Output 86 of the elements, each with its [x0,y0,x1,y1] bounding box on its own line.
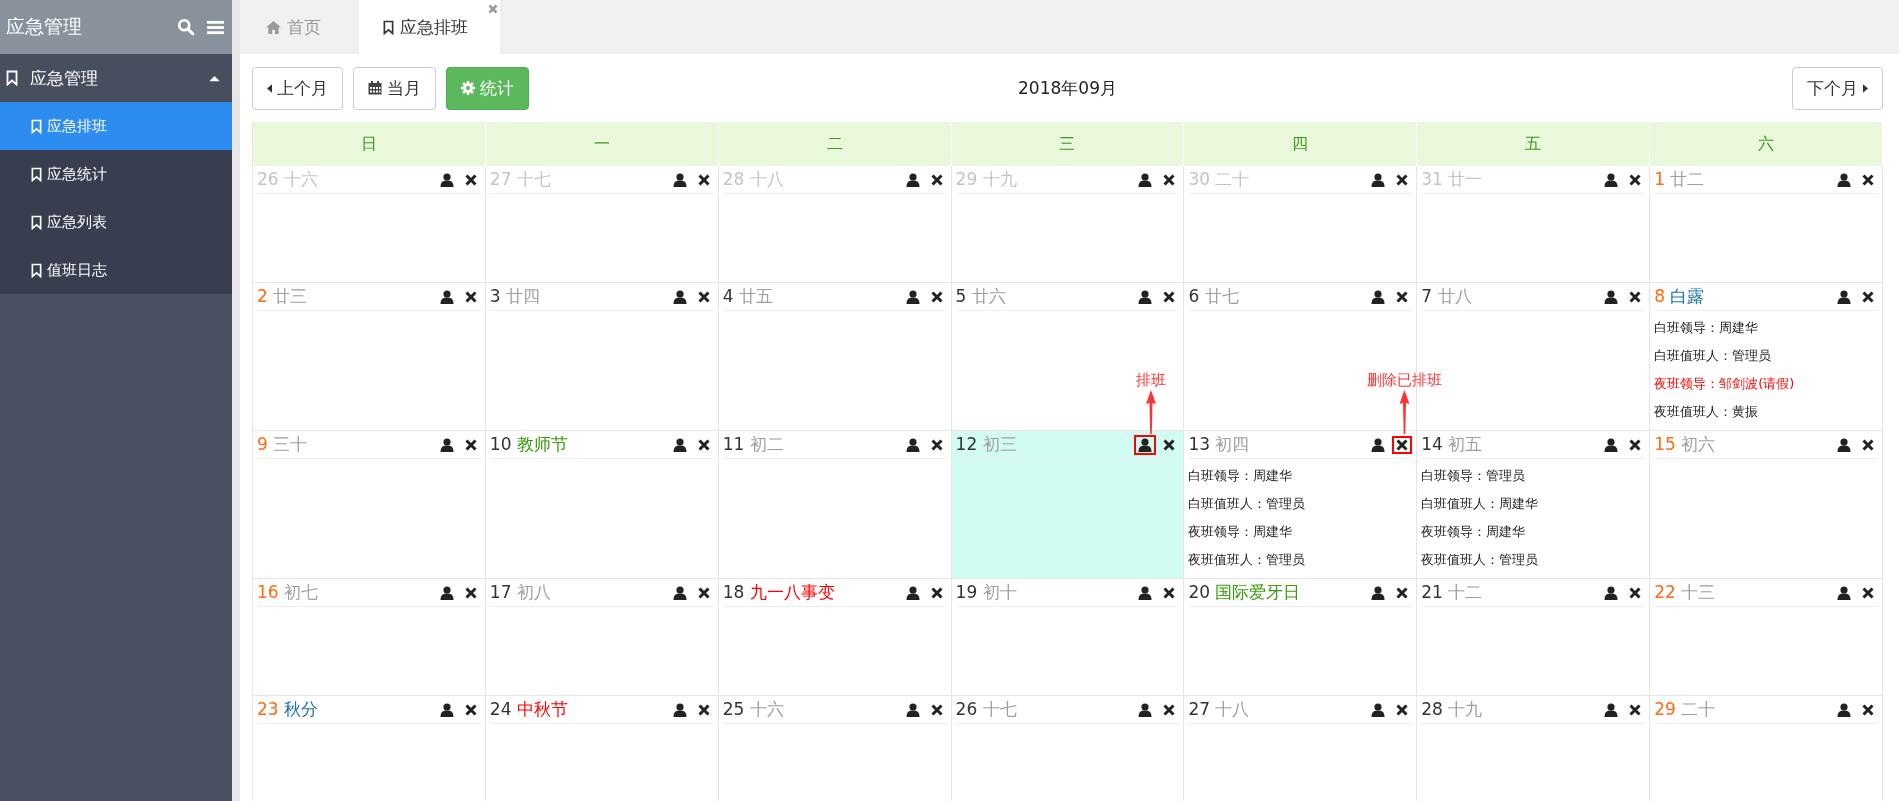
caret-icon [209,74,220,82]
day-label: 18 九一八事变 [722,581,835,604]
caret-left-icon [267,83,272,93]
weekday-header: 四 [1184,122,1418,166]
day-label: 25 十六 [722,698,784,721]
weekday-header: 三 [951,122,1185,166]
day-label: 4 廿五 [722,285,773,308]
day-label: 29 十九 [955,168,1017,191]
day-label: 27 十七 [489,168,551,191]
day-label: 20 国际爱牙日 [1188,581,1301,604]
menu-group[interactable]: 应急管理 [0,54,232,102]
day-label: 28 十八 [722,168,784,191]
duty-entry: 白班领导：管理员 [1421,467,1527,485]
annotation-label: 排班 [1136,371,1167,390]
weekday-header: 二 [718,122,952,166]
day-label: 14 初五 [1421,433,1483,456]
day-label: 28 十九 [1421,698,1483,721]
day-label: 2 廿三 [257,285,308,308]
previous-month-button[interactable]: 上个月 [252,66,343,110]
close-icon[interactable] [488,4,498,14]
duty-entry: 夜班值班人：黄振 [1654,403,1760,421]
bookmark-icon [31,166,42,182]
bookmark-icon [31,214,42,230]
search-icon[interactable] [177,18,195,36]
annotation-arrow [1145,390,1158,434]
next-month-button[interactable]: 下个月 [1792,66,1883,110]
month-title: 2018年09月 [1018,76,1117,100]
weekday-header: 一 [485,122,719,166]
day-label: 8 白露 [1654,285,1705,308]
sidebar-item[interactable]: 应急列表 [0,198,232,246]
duty-entry: 白班值班人：周建华 [1421,495,1540,513]
day-label: 23 秋分 [257,698,319,721]
duty-entry: 夜班值班人：管理员 [1188,551,1307,569]
day-label: 7 廿八 [1421,285,1472,308]
sidebar-item[interactable]: 应急统计 [0,150,232,198]
duty-entry: 夜班值班人：管理员 [1421,551,1540,569]
annotation-label: 删除已排班 [1366,371,1442,390]
weekday-header: 日 [253,122,486,166]
weekday-header: 五 [1417,122,1651,166]
tab[interactable]: 应急排班 [359,0,500,54]
highlighted-day-cell[interactable]: 12 初三 [951,431,1185,578]
duty-entry: 白班领导：周建华 [1654,319,1760,337]
duty-entry: 白班值班人：管理员 [1654,347,1773,365]
menu-icon[interactable] [207,19,224,35]
day-label: 22 十三 [1654,581,1716,604]
day-label: 1 廿二 [1654,168,1705,191]
day-label: 15 初六 [1654,433,1716,456]
day-label: 11 初二 [722,433,784,456]
day-label: 30 二十 [1188,168,1250,191]
duty-entry: 白班领导：周建华 [1188,467,1294,485]
delete-icon[interactable] [1392,435,1413,454]
bookmark-icon [383,19,394,35]
day-label: 26 十六 [257,168,319,191]
bookmark-icon [31,118,42,134]
day-label: 17 初八 [489,581,551,604]
day-label: 3 廿四 [489,285,541,308]
current-month-button[interactable]: 当月 [353,66,436,110]
day-label: 19 初十 [955,581,1017,604]
duty-entry: 夜班领导：邹剑波(请假) [1654,375,1796,393]
day-label: 9 三十 [257,433,308,456]
duty-entry: 白班值班人：管理员 [1188,495,1307,513]
caret-right-icon [1863,83,1868,93]
day-label: 5 廿六 [955,285,1006,308]
day-label: 31 廿一 [1421,168,1483,191]
day-label: 21 十二 [1421,581,1483,604]
calendar-icon [368,81,382,95]
day-label: 10 教师节 [489,433,568,456]
day-label: 16 初七 [257,581,319,604]
day-label: 27 十八 [1188,698,1250,721]
day-label: 6 廿七 [1188,285,1239,308]
app-title: 应急管理 [6,14,83,39]
day-label: 26 十七 [955,698,1017,721]
sidebar-item[interactable]: 值班日志 [0,246,232,294]
bookmark-icon [31,262,42,278]
annotation-arrow [1398,390,1411,434]
weekday-header: 六 [1650,122,1883,166]
person-icon[interactable] [1134,434,1157,455]
gear-icon [461,81,475,95]
duty-entry: 夜班领导：周建华 [1421,523,1527,541]
day-label: 13 初四 [1188,433,1250,456]
day-label: 29 二十 [1654,698,1716,721]
duty-entry: 夜班领导：周建华 [1188,523,1294,541]
day-label: 12 初三 [955,433,1017,456]
day-label: 24 中秋节 [489,698,568,721]
bookmark-icon [6,70,18,86]
home-icon [266,20,281,34]
